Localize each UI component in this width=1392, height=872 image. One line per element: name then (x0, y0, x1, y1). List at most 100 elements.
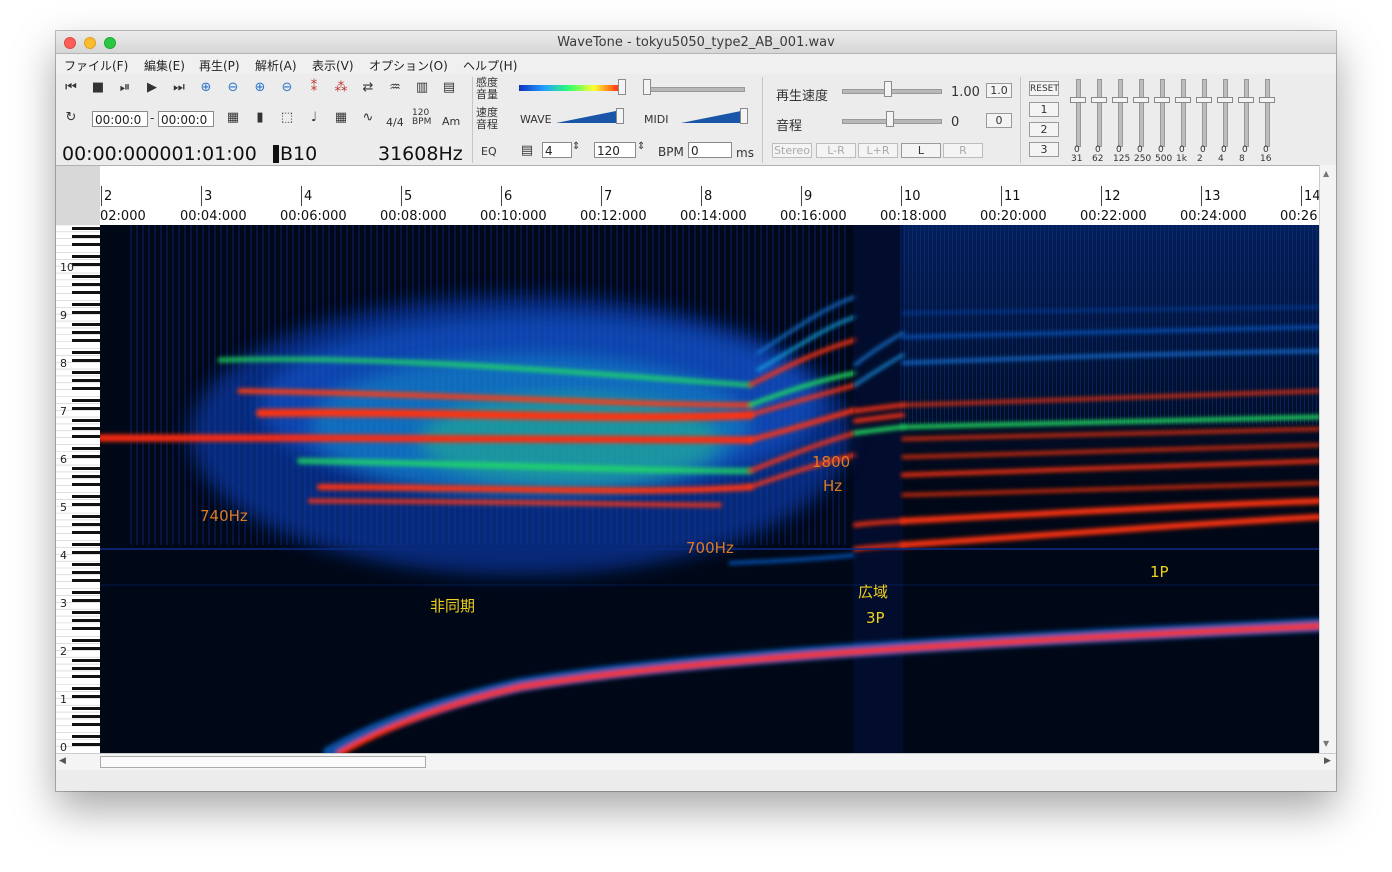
eq-preset-2[interactable]: 2 (1029, 122, 1059, 137)
menu-play[interactable]: 再生(P) (199, 57, 240, 74)
range-start-input[interactable]: 00:00:0 (92, 111, 148, 127)
bpm-input[interactable]: 120 (594, 142, 636, 158)
wave-level-wedge[interactable] (556, 111, 616, 123)
ruler-time-label: 00:18:000 (880, 209, 947, 224)
scroll-up-icon[interactable]: ▲ (1323, 169, 1329, 178)
l-plus-r-button[interactable]: L+R (858, 143, 898, 158)
black-key (72, 543, 100, 546)
sensitivity-thumb[interactable] (618, 79, 626, 95)
menu-help[interactable]: ヘルプ(H) (463, 57, 517, 74)
horizontal-scrollbar[interactable]: ◀ ▶ (56, 753, 1336, 770)
midi-thumb[interactable] (740, 108, 748, 124)
eq-band-track[interactable] (1097, 79, 1102, 147)
eq-band-thumb[interactable] (1154, 97, 1170, 103)
eq-band-thumb[interactable] (1070, 97, 1086, 103)
select-icon[interactable]: ⬚ (276, 108, 298, 128)
ruler-tick (801, 186, 802, 206)
eq-band-track[interactable] (1202, 79, 1207, 147)
stereo-button[interactable]: Stereo (772, 143, 812, 158)
tempo-small[interactable]: 120 BPM (412, 109, 431, 127)
eq-band-track[interactable] (1181, 79, 1186, 147)
time-signature[interactable]: 4/4 (386, 116, 404, 129)
black-key (72, 303, 100, 306)
marker-range-icon[interactable]: ⁂ (330, 78, 352, 98)
eq-reset-button[interactable]: RESET (1029, 81, 1059, 96)
spectrogram[interactable]: 740Hz 700Hz 1800 Hz 非同期 広域 3P 1P (96, 225, 1326, 760)
left-channel-button[interactable]: L (901, 143, 941, 158)
eq-band-track[interactable] (1076, 79, 1081, 147)
eq-band-thumb[interactable] (1112, 97, 1128, 103)
scroll-down-icon[interactable]: ▼ (1323, 739, 1329, 748)
menu-analyze[interactable]: 解析(A) (255, 57, 297, 74)
zoom-in-vertical-icon[interactable]: ⊕ (249, 78, 271, 98)
eq-band-track[interactable] (1139, 79, 1144, 147)
range-end-input[interactable]: 00:00:0 (158, 111, 214, 127)
beats-input[interactable]: 4 (542, 142, 572, 158)
black-key (72, 735, 100, 738)
vertical-scrollbar[interactable]: ▲ ▼ (1319, 165, 1336, 753)
scroll-right-icon[interactable]: ▶ (1324, 756, 1331, 766)
zoom-out-vertical-icon[interactable]: ⊖ (276, 78, 298, 98)
pitch-thumb[interactable] (886, 111, 894, 127)
curve-icon[interactable]: ∿ (357, 108, 379, 128)
eq-band-track[interactable] (1118, 79, 1123, 147)
book-icon[interactable]: ▥ (411, 78, 433, 98)
swap-icon[interactable]: ⇄ (357, 78, 379, 98)
volume-thumb[interactable] (643, 79, 651, 95)
ruler-tick (601, 186, 602, 206)
metronome-icon[interactable]: ▮ (249, 108, 271, 128)
ruler-tick (701, 186, 702, 206)
offset-ms-input[interactable]: 0 (688, 142, 732, 158)
ruler-measure-label: 10 (904, 189, 921, 204)
scroll-thumb[interactable] (100, 756, 426, 768)
key-small[interactable]: Am (442, 115, 460, 128)
note-icon[interactable]: ♩ (303, 108, 325, 128)
menu-edit[interactable]: 編集(E) (144, 57, 185, 74)
eq-band-thumb[interactable] (1238, 97, 1254, 103)
bpm-stepper-icon[interactable]: ⇕ (637, 141, 645, 152)
eq-preset-1[interactable]: 1 (1029, 102, 1059, 117)
wave-thumb[interactable] (616, 108, 624, 124)
eq-preset-3[interactable]: 3 (1029, 142, 1059, 157)
speed-thumb[interactable] (884, 81, 892, 97)
menu-options[interactable]: オプション(O) (369, 57, 448, 74)
eq-band-track[interactable] (1265, 79, 1270, 147)
menu-view[interactable]: 表示(V) (312, 57, 354, 74)
eq-label[interactable]: EQ (481, 145, 497, 158)
pause-icon[interactable]: ⏯ (114, 78, 136, 98)
fast-forward-icon[interactable]: ⏭ (168, 78, 190, 98)
grid-icon[interactable]: ▦ (330, 108, 352, 128)
menu-file[interactable]: ファイル(F) (64, 57, 128, 74)
ruler-time-label: 00:12:000 (580, 209, 647, 224)
right-channel-button[interactable]: R (943, 143, 983, 158)
eq-band-track[interactable] (1244, 79, 1249, 147)
score-icon[interactable]: ▤ (438, 78, 460, 98)
layout-icon[interactable]: ▦ (222, 108, 244, 128)
eq-band-thumb[interactable] (1259, 97, 1275, 103)
scroll-left-icon[interactable]: ◀ (59, 756, 66, 766)
eq-band-thumb[interactable] (1133, 97, 1149, 103)
loop-icon[interactable]: ↻ (60, 108, 82, 128)
zoom-in-horizontal-icon[interactable]: ⊕ (195, 78, 217, 98)
eq-band-thumb[interactable] (1091, 97, 1107, 103)
pitch-reset-button[interactable]: 0 (986, 113, 1012, 128)
stop-icon[interactable]: ■ (87, 78, 109, 98)
speed-reset-button[interactable]: 1.0 (986, 83, 1012, 98)
midi-level-wedge[interactable] (681, 111, 741, 123)
zoom-out-horizontal-icon[interactable]: ⊖ (222, 78, 244, 98)
eq-band-thumb[interactable] (1175, 97, 1191, 103)
speed-slider[interactable] (842, 89, 942, 94)
marker-icon[interactable]: ⁑ (303, 78, 325, 98)
volume-slider[interactable] (643, 87, 745, 92)
waveform-icon[interactable]: ♒ (384, 78, 406, 98)
eq-band-thumb[interactable] (1217, 97, 1233, 103)
eq-band-track[interactable] (1223, 79, 1228, 147)
play-icon[interactable]: ▶ (141, 78, 163, 98)
rewind-icon[interactable]: ⏮ (60, 78, 82, 98)
speed-label: 再生速度 (776, 89, 829, 104)
beats-stepper-icon[interactable]: ⇕ (572, 141, 580, 152)
eq-band-track[interactable] (1160, 79, 1165, 147)
eq-band-thumb[interactable] (1196, 97, 1212, 103)
l-minus-r-button[interactable]: L-R (816, 143, 856, 158)
octave-label: 8 (60, 357, 67, 370)
